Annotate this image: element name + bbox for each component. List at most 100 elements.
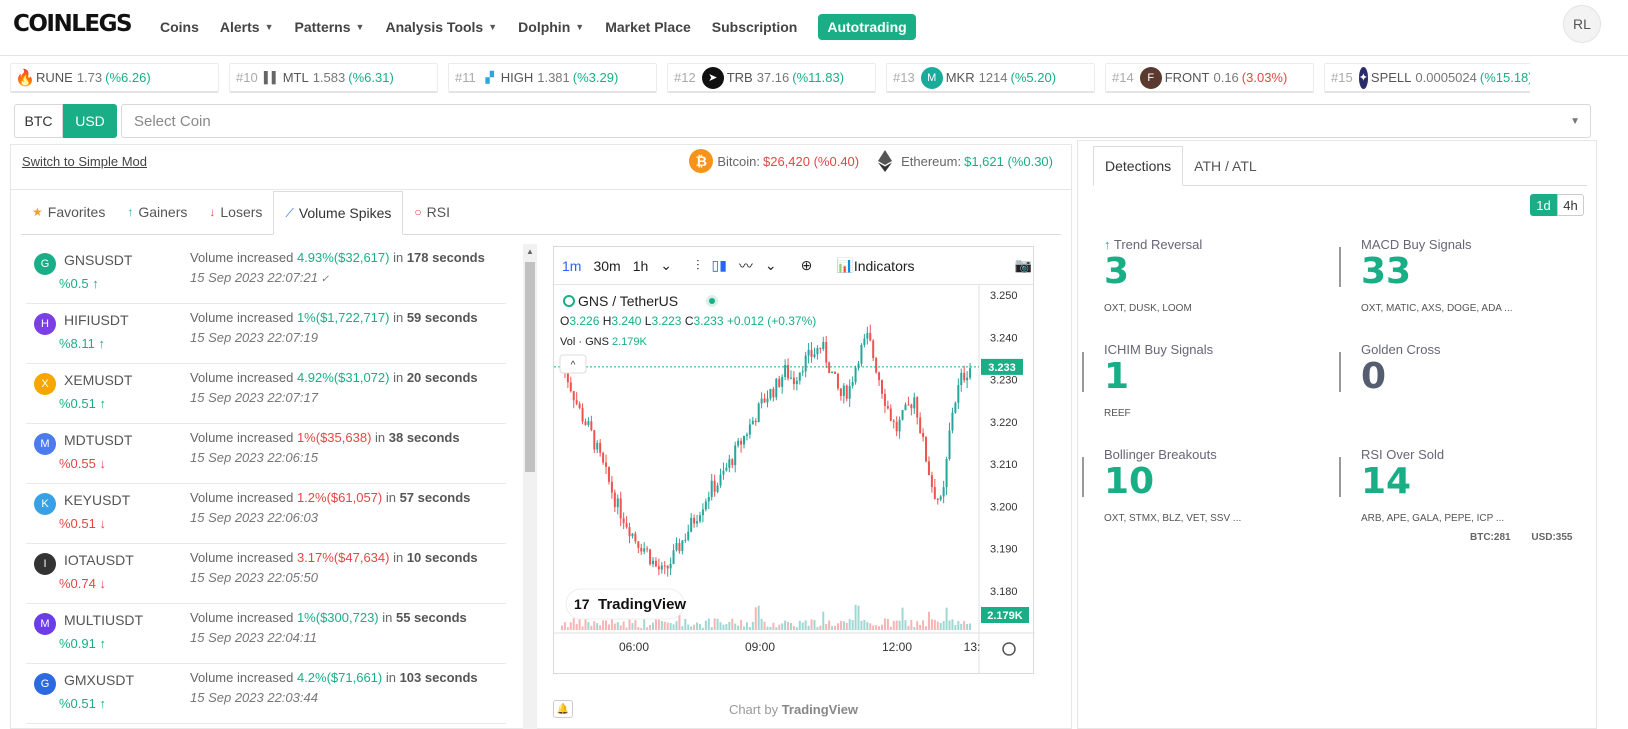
table-row[interactable]: I IOTAUSDT %0.74 ↓ Volume increased 3.17%($…: [26, 544, 506, 604]
user-avatar[interactable]: RL: [1563, 5, 1601, 43]
tab-rsi[interactable]: ○ RSI: [403, 190, 461, 234]
table-row[interactable]: M MULTIUSDT %0.91 ↑ Volume increased 1%($30…: [26, 604, 506, 664]
volume-bar: [913, 627, 916, 630]
volume-bar: [936, 621, 939, 630]
coin-symbol[interactable]: KEYUSDT: [64, 492, 130, 508]
change-value: %0.74: [59, 576, 96, 591]
switch-simple-mod-link[interactable]: Switch to Simple Mod: [22, 154, 147, 169]
interval-1h[interactable]: 1h: [633, 258, 649, 274]
chart-by-brand[interactable]: TradingView: [782, 702, 858, 717]
detection-bollinger-breakouts[interactable]: Bollinger Breakouts 10 OXT, STMX, BLZ, VET…: [1082, 447, 1344, 537]
compare-icon[interactable]: 〰: [739, 256, 753, 276]
detection-ichim-buy-signals[interactable]: ICHIM Buy Signals 1 REEF: [1082, 342, 1344, 432]
ticker-item-trb[interactable]: #12 ➤ TRB 37.16 (%11.83): [667, 63, 876, 93]
volume-bar: [625, 627, 628, 630]
logo[interactable]: COINLEGS: [13, 11, 133, 37]
table-row[interactable]: X XEMUSDT %0.51 ↑ Volume increased 4.92%($3…: [26, 364, 506, 424]
nav-item-alerts[interactable]: Alerts ▼: [220, 19, 274, 35]
nav-item-analysis-tools[interactable]: Analysis Tools ▼: [385, 19, 497, 35]
settings-icon[interactable]: [1002, 642, 1016, 656]
nav-item-dolphin[interactable]: Dolphin ▼: [518, 19, 584, 35]
detection-golden-cross[interactable]: Golden Cross 0: [1339, 342, 1601, 432]
table-row[interactable]: H HIFIUSDT %8.11 ↑ Volume increased 1%($1,7…: [26, 304, 506, 364]
camera-icon[interactable]: 📷: [1015, 257, 1032, 274]
detection-rsi-over-sold[interactable]: RSI Over Sold 14 ARB, APE, GALA, PEPE, ICP…: [1339, 447, 1601, 537]
volume-bar: [710, 627, 713, 630]
coin-symbol[interactable]: XEMUSDT: [64, 372, 132, 388]
nav-item-coins[interactable]: Coins: [160, 19, 199, 35]
mtl-icon: ▌▌: [263, 71, 280, 84]
check-icon: ✓: [317, 274, 330, 285]
volume-bar: [863, 619, 866, 630]
timeframe-4h-button[interactable]: 4h: [1557, 194, 1584, 216]
nav-item-market-place[interactable]: Market Place: [605, 19, 691, 35]
candlestick-chart[interactable]: 3.250 3.240 3.230 3.220 3.210 3.200 3.190 3.180…: [554, 285, 1035, 674]
spike-increase: 4.93%($32,617): [296, 250, 390, 265]
table-row[interactable]: K KEYUSDT %0.51 ↓ Volume increased 1.2%($61…: [26, 484, 506, 544]
candle-body: [763, 398, 766, 403]
candle-body: [936, 498, 939, 500]
tab-volume-spikes[interactable]: ⟋ Volume Spikes: [273, 191, 404, 235]
coin-symbol[interactable]: MDTUSDT: [64, 432, 132, 448]
volume-bar: [745, 622, 748, 630]
chart-pair-title[interactable]: GNS / TetherUS: [578, 293, 678, 309]
indicators-label: Indicators: [853, 257, 915, 274]
indicators-button[interactable]: 📊 Indicators: [836, 257, 914, 274]
candle-body: [942, 487, 945, 497]
table-row[interactable]: M MDTUSDT %0.55 ↓ Volume increased 1%($35,6…: [26, 424, 506, 484]
interval-30m[interactable]: 30m: [593, 258, 620, 274]
detection-count[interactable]: 33: [1361, 251, 1411, 292]
ticker-item-mkr[interactable]: #13 M MKR 1214 (%5.20): [886, 63, 1095, 93]
bar-style-icon[interactable]: ⫶: [696, 257, 700, 274]
ticker-change: (%3.29): [572, 70, 619, 85]
volume-bar: [666, 622, 669, 630]
ticker-item-spell[interactable]: #15 ✦ SPELL 0.0005024 (%15.18): [1324, 63, 1530, 93]
coin-symbol[interactable]: HIFIUSDT: [64, 312, 129, 328]
add-icon[interactable]: ⊕: [801, 257, 813, 274]
detection-macd-buy-signals[interactable]: MACD Buy Signals 33 OXT, MATIC, AXS, DOGE,…: [1339, 237, 1601, 327]
ticker-item-high[interactable]: #11 ▞ HIGH 1.381 (%3.29): [448, 63, 657, 93]
candle-body: [807, 349, 810, 356]
ticker-item-mtl[interactable]: #10 ▌▌ MTL 1.583 (%6.31): [229, 63, 438, 93]
chevron-down-icon[interactable]: ⌄: [765, 257, 777, 274]
candle-body: [872, 340, 875, 359]
tab-losers[interactable]: ↓ Losers: [198, 190, 273, 234]
coin-symbol[interactable]: GMXUSDT: [64, 672, 134, 688]
nav-item-patterns[interactable]: Patterns ▼: [295, 19, 365, 35]
btc-toggle-button[interactable]: BTC: [14, 104, 63, 138]
usd-toggle-button[interactable]: USD: [63, 104, 117, 138]
spike-description: Volume increased 4.92%($31,072) in 20 se…: [190, 370, 478, 385]
select-coin-dropdown[interactable]: Select Coin ▼: [121, 104, 1591, 138]
list-scrollbar[interactable]: ▲: [523, 244, 537, 729]
ticker-item-rune[interactable]: 🔥 RUNE 1.73 (%6.26): [10, 63, 219, 93]
detection-count[interactable]: 0: [1361, 356, 1386, 397]
timeframe-1d-button[interactable]: 1d: [1530, 194, 1557, 216]
candle-body: [816, 348, 819, 355]
scrollbar-thumb[interactable]: [525, 262, 535, 472]
coin-symbol[interactable]: GNSUSDT: [64, 252, 132, 268]
candles-icon[interactable]: ▯▮: [712, 257, 727, 274]
tab-favorites[interactable]: ★ Favorites: [21, 190, 116, 234]
table-row[interactable]: G GNSUSDT %0.5 ↑ Volume increased 4.93%($32…: [26, 244, 506, 304]
tab-gainers[interactable]: ↑ Gainers: [116, 190, 198, 234]
coin-symbol[interactable]: IOTAUSDT: [64, 552, 134, 568]
tab-ath-atl[interactable]: ATH / ATL: [1183, 146, 1268, 186]
ticker-item-front[interactable]: #14 F FRONT 0.16 (3.03%): [1105, 63, 1314, 93]
tab-label: RSI: [426, 204, 451, 220]
circle-icon: ○: [414, 205, 422, 219]
tab-detections[interactable]: Detections: [1093, 146, 1184, 186]
chevron-down-icon[interactable]: ⌄: [660, 257, 672, 274]
detection-count[interactable]: 14: [1361, 461, 1411, 502]
tradingview-chart[interactable]: 1m 30m 1h ⌄ ⫶ ▯▮ 〰 ⌄ ⊕ 📊 Indicators 📷 3.250 3.240 3.…: [553, 246, 1035, 674]
detection-count[interactable]: 3: [1104, 251, 1129, 292]
scroll-up-icon[interactable]: ▲: [526, 247, 534, 256]
spike-time: 15 Sep 2023 22:05:50: [190, 570, 318, 585]
nav-item-subscription[interactable]: Subscription: [712, 19, 798, 35]
autotrading-button[interactable]: Autotrading: [818, 14, 916, 40]
coin-symbol[interactable]: MULTIUSDT: [64, 612, 143, 628]
detection-trend-reversal[interactable]: ↑ Trend Reversal 3 OXT, DUSK, LOOM: [1104, 237, 1344, 327]
detection-count[interactable]: 1: [1104, 356, 1129, 397]
table-row[interactable]: G GMXUSDT %0.51 ↑ Volume increased 4.2%($71…: [26, 664, 506, 724]
interval-1m[interactable]: 1m: [562, 258, 581, 274]
detection-count[interactable]: 10: [1104, 461, 1154, 502]
